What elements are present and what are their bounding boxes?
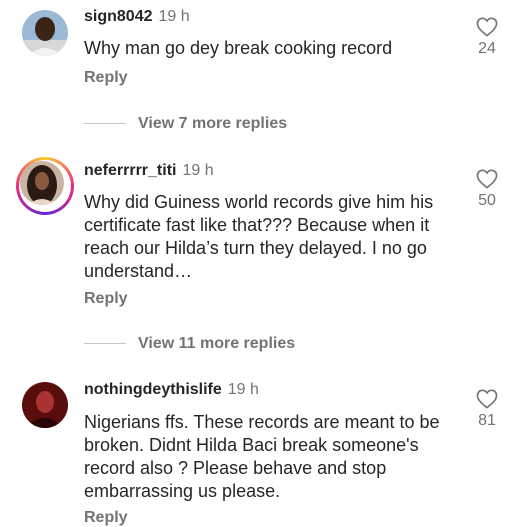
comment-header: sign8042 19 h xyxy=(84,8,190,26)
like-count: 24 xyxy=(478,40,496,57)
divider xyxy=(84,123,126,125)
timestamp: 19 h xyxy=(182,162,214,179)
username[interactable]: sign8042 xyxy=(84,8,152,25)
like-button[interactable]: 24 xyxy=(468,17,506,58)
reply-button[interactable]: Reply xyxy=(84,290,128,308)
timestamp: 19 h xyxy=(227,381,259,398)
heart-icon xyxy=(476,389,498,409)
heart-icon xyxy=(476,17,498,37)
like-count: 81 xyxy=(478,412,496,429)
comment-header: nothingdeythislife 19 h xyxy=(84,381,259,399)
reply-button[interactable]: Reply xyxy=(84,69,128,87)
timestamp: 19 h xyxy=(158,8,190,25)
reply-button[interactable]: Reply xyxy=(84,509,128,527)
comment-text: Nigerians ffs. These records are meant t… xyxy=(84,412,440,501)
story-ring[interactable] xyxy=(16,157,74,215)
view-more-label[interactable]: View 7 more replies xyxy=(138,115,287,132)
view-more-label[interactable]: View 11 more replies xyxy=(138,335,295,352)
username[interactable]: neferrrrr_titi xyxy=(84,162,176,179)
avatar[interactable] xyxy=(20,161,64,205)
divider xyxy=(84,343,126,345)
comment-header: neferrrrr_titi 19 h xyxy=(84,162,214,180)
like-button[interactable]: 50 xyxy=(468,169,506,210)
username[interactable]: nothingdeythislife xyxy=(84,381,222,398)
avatar[interactable] xyxy=(22,382,68,428)
like-button[interactable]: 81 xyxy=(468,389,506,430)
comment-text: Why did Guiness world records give him h… xyxy=(84,192,434,281)
avatar[interactable] xyxy=(22,10,68,56)
like-count: 50 xyxy=(478,192,496,209)
view-more-replies[interactable]: View 11 more replies xyxy=(84,335,295,353)
comment-text: Why man go dey break cooking record xyxy=(84,38,393,58)
heart-icon xyxy=(476,169,498,189)
view-more-replies[interactable]: View 7 more replies xyxy=(84,115,287,133)
